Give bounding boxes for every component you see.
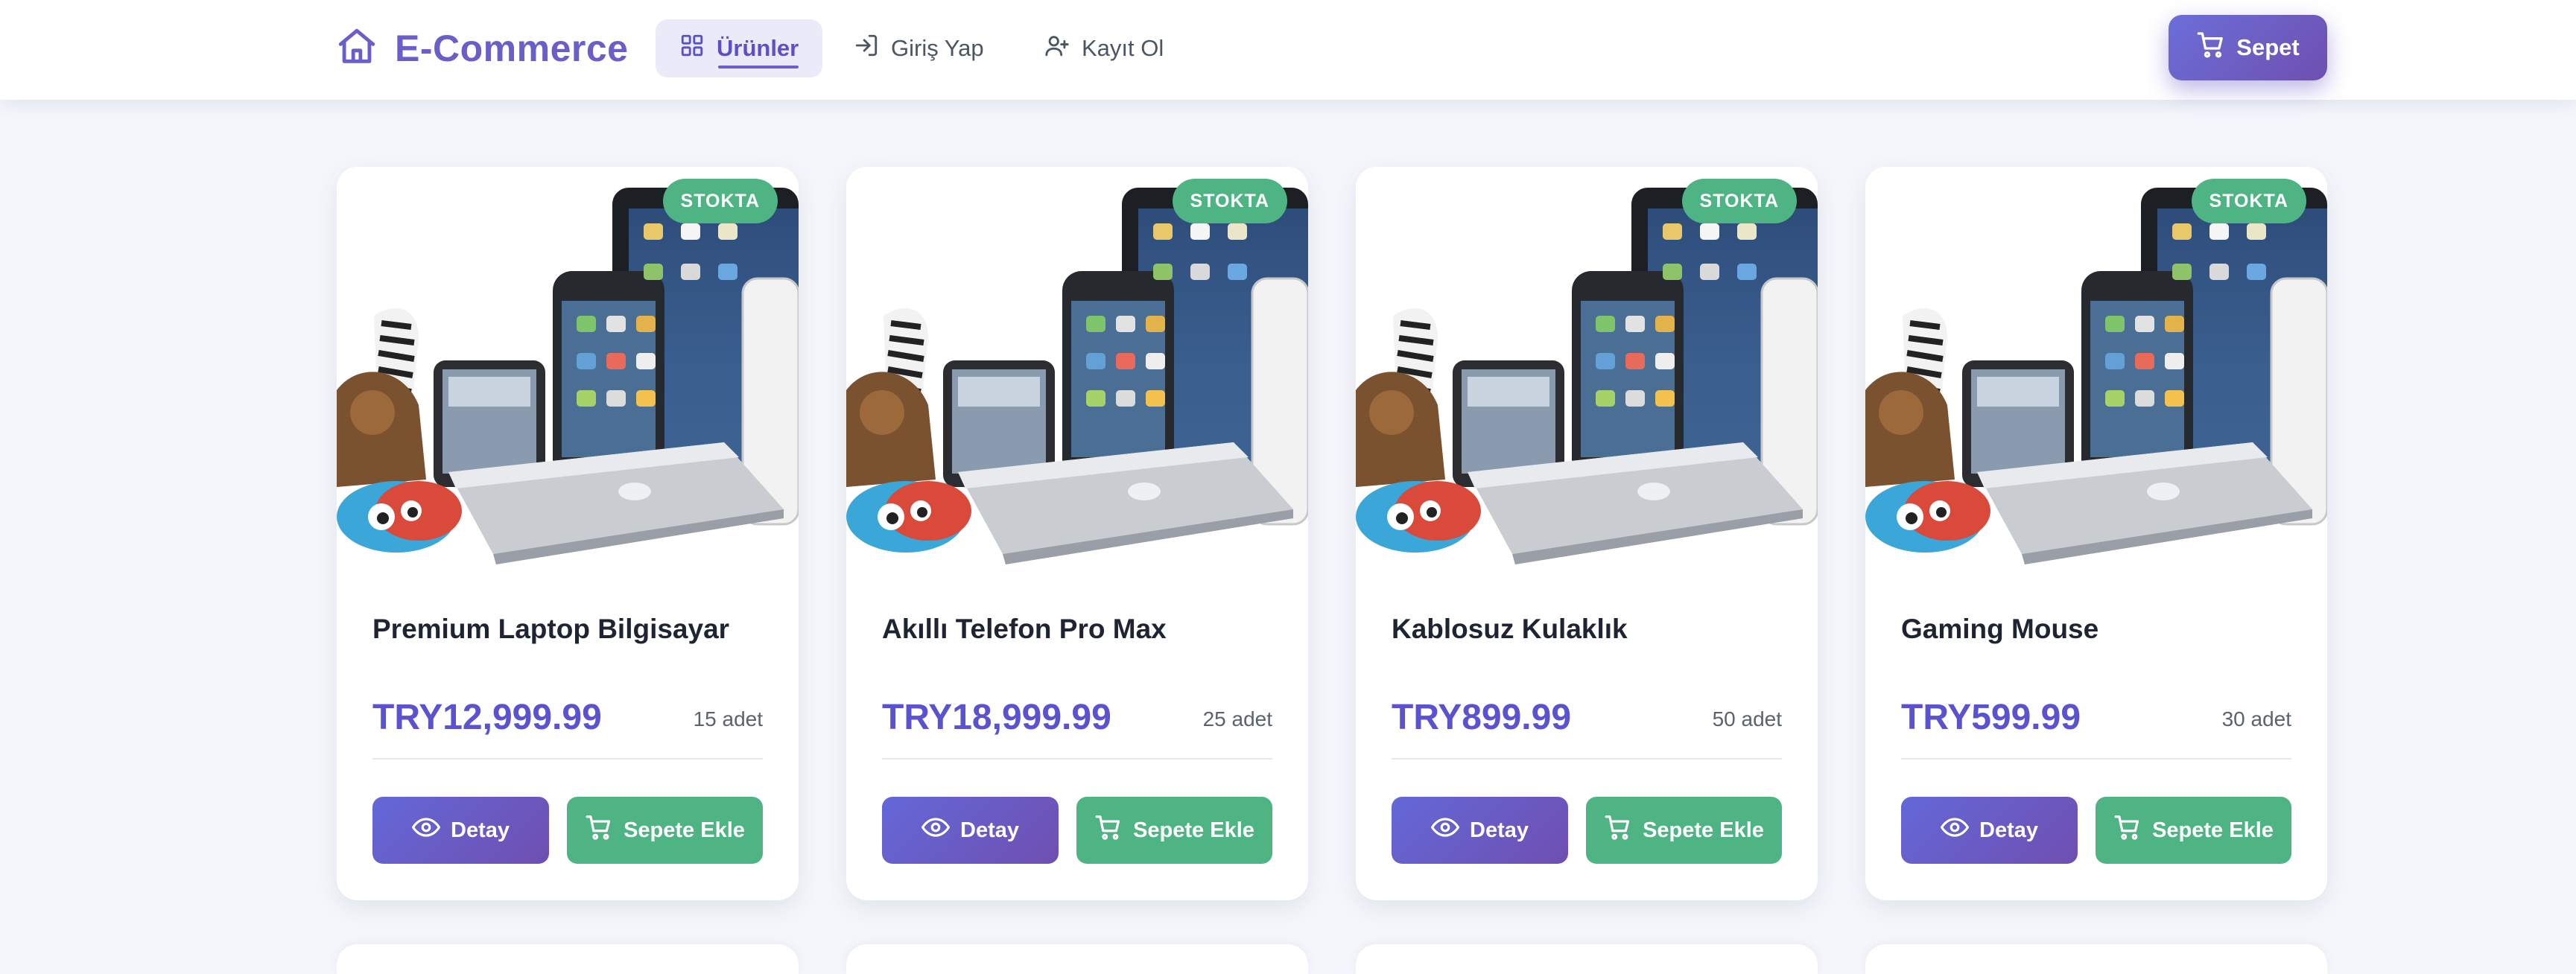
product-title: Kablosuz Kulaklık	[1392, 614, 1628, 644]
detail-label: Detay	[1470, 818, 1529, 842]
product-card: STOKTA Kablosuz Kulaklık TRY899.99 50 ad…	[1356, 167, 1818, 900]
eye-icon	[411, 813, 441, 847]
product-title: Premium Laptop Bilgisayar	[372, 614, 730, 644]
cart-icon	[1094, 813, 1123, 847]
add-to-cart-button[interactable]: Sepete Ekle	[1076, 797, 1272, 864]
nav-item-register[interactable]: Kayıt Ol	[1021, 19, 1187, 77]
product-price: TRY18,999.99	[882, 698, 1111, 737]
product-card: STOKTA Akıllı Telefon Pro Max TRY18,999.…	[846, 167, 1308, 900]
product-card-next-row	[337, 944, 799, 974]
nav-item-label: Giriş Yap	[891, 35, 984, 61]
divider	[1901, 758, 2291, 760]
cart-icon	[1604, 813, 1632, 847]
divider	[882, 758, 1272, 760]
product-stock-count: 15 adet	[693, 707, 763, 730]
product-image[interactable]	[337, 167, 799, 580]
detail-label: Detay	[960, 818, 1019, 842]
detail-label: Detay	[1979, 818, 2038, 842]
add-to-cart-label: Sepete Ekle	[2152, 818, 2274, 842]
user-plus-icon	[1044, 33, 1070, 64]
detail-button[interactable]: Detay	[372, 797, 549, 864]
product-price: TRY12,999.99	[372, 698, 602, 737]
add-to-cart-label: Sepete Ekle	[624, 818, 745, 842]
cart-icon	[2113, 813, 2142, 847]
cart-icon	[585, 813, 613, 847]
home-icon	[335, 25, 378, 72]
divider	[1392, 758, 1782, 760]
cart-icon	[2196, 30, 2226, 66]
product-stock-count: 25 adet	[1202, 707, 1272, 730]
cart-label: Sepet	[2236, 34, 2300, 60]
add-to-cart-label: Sepete Ekle	[1133, 818, 1254, 842]
product-card: STOKTA Premium Laptop Bilgisayar TRY12,9…	[337, 167, 799, 900]
product-card-next-row	[1356, 944, 1818, 974]
detail-label: Detay	[451, 818, 510, 842]
detail-button[interactable]: Detay	[1392, 797, 1568, 864]
nav-item-products[interactable]: Ürünler	[656, 19, 823, 77]
grid-icon	[679, 33, 705, 64]
product-price: TRY899.99	[1392, 698, 1572, 737]
add-to-cart-button[interactable]: Sepete Ekle	[2096, 797, 2291, 864]
product-stock-count: 50 adet	[1712, 707, 1782, 730]
product-image[interactable]	[1865, 167, 2327, 580]
product-title: Gaming Mouse	[1901, 614, 2099, 644]
product-image[interactable]	[846, 167, 1308, 580]
stock-badge: STOKTA	[1681, 179, 1797, 223]
detail-button[interactable]: Detay	[882, 797, 1059, 864]
brand-title: E-Commerce	[395, 28, 629, 69]
add-to-cart-button[interactable]: Sepete Ekle	[1586, 797, 1782, 864]
cart-button[interactable]: Sepet	[2169, 15, 2327, 80]
divider	[372, 758, 763, 760]
login-icon	[854, 33, 879, 64]
eye-icon	[1940, 813, 1970, 847]
nav-item-label: Kayıt Ol	[1082, 35, 1164, 61]
stock-badge: STOKTA	[662, 179, 778, 223]
brand-link[interactable]: E-Commerce	[335, 22, 628, 74]
product-card-next-row	[1865, 944, 2327, 974]
detail-button[interactable]: Detay	[1901, 797, 2078, 864]
product-title: Akıllı Telefon Pro Max	[882, 614, 1167, 644]
add-to-cart-label: Sepete Ekle	[1643, 818, 1764, 842]
active-underline	[718, 66, 799, 69]
top-navbar: E-Commerce Ürünler Giriş Yap Kayıt Ol Se…	[0, 0, 2576, 100]
nav-item-login[interactable]: Giriş Yap	[830, 19, 1008, 77]
stock-badge: STOKTA	[1172, 179, 1287, 223]
eye-icon	[1430, 813, 1460, 847]
product-stock-count: 30 adet	[2221, 707, 2291, 730]
product-price: TRY599.99	[1901, 698, 2081, 737]
product-card-next-row	[846, 944, 1308, 974]
stock-badge: STOKTA	[2191, 179, 2306, 223]
nav-item-label: Ürünler	[717, 35, 799, 61]
product-card: STOKTA Gaming Mouse TRY599.99 30 adet De…	[1865, 167, 2327, 900]
add-to-cart-button[interactable]: Sepete Ekle	[567, 797, 763, 864]
product-image[interactable]	[1356, 167, 1818, 580]
eye-icon	[921, 813, 951, 847]
